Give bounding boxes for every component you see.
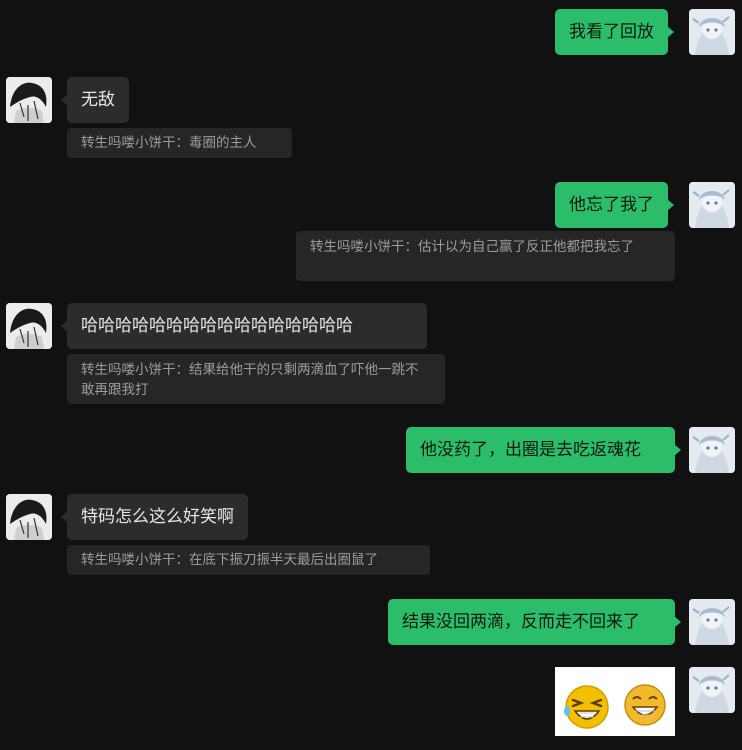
self-avatar[interactable] — [689, 182, 735, 228]
self-avatar[interactable] — [689, 427, 735, 473]
quoted-reply[interactable]: 转生吗喽小饼干：毒圈的主人 — [67, 128, 292, 158]
message-bubble-self[interactable]: 他没药了，出圈是去吃返魂花 — [406, 427, 681, 473]
message-bubble-other[interactable]: 特码怎么这么好笑啊 — [61, 494, 248, 540]
quoted-reply[interactable]: 转生吗喽小饼干：估计以为自己赢了反正他都把我忘了 — [296, 231, 675, 281]
grinning-face-icon — [624, 684, 666, 726]
contact-avatar[interactable] — [6, 494, 52, 540]
contact-avatar[interactable] — [6, 77, 52, 123]
message-bubble-other[interactable]: 哈哈哈哈哈哈哈哈哈哈哈哈哈哈哈哈 — [61, 303, 427, 349]
laughing-emoji-sticker[interactable] — [555, 667, 675, 736]
contact-avatar[interactable] — [6, 303, 52, 349]
message-bubble-other[interactable]: 无敌 — [61, 77, 129, 123]
quoted-reply[interactable]: 转生吗喽小饼干：在底下振刀振半天最后出圈鼠了 — [67, 545, 430, 575]
quoted-reply[interactable]: 转生吗喽小饼干：结果给他干的只剩两滴血了吓他一跳不敢再跟我打 — [67, 354, 445, 404]
self-avatar[interactable] — [689, 9, 735, 55]
message-bubble-self[interactable]: 我看了回放 — [555, 9, 674, 55]
self-avatar[interactable] — [689, 599, 735, 645]
message-bubble-self[interactable]: 结果没回两滴，反而走不回来了 — [388, 599, 681, 645]
chat-conversation: 我看了回放 无敌 转生吗喽小饼干：毒圈的主人 他忘了我了 转生吗喽小饼干：估计以… — [0, 0, 742, 750]
message-bubble-self[interactable]: 他忘了我了 — [555, 182, 674, 228]
self-avatar[interactable] — [689, 667, 735, 713]
